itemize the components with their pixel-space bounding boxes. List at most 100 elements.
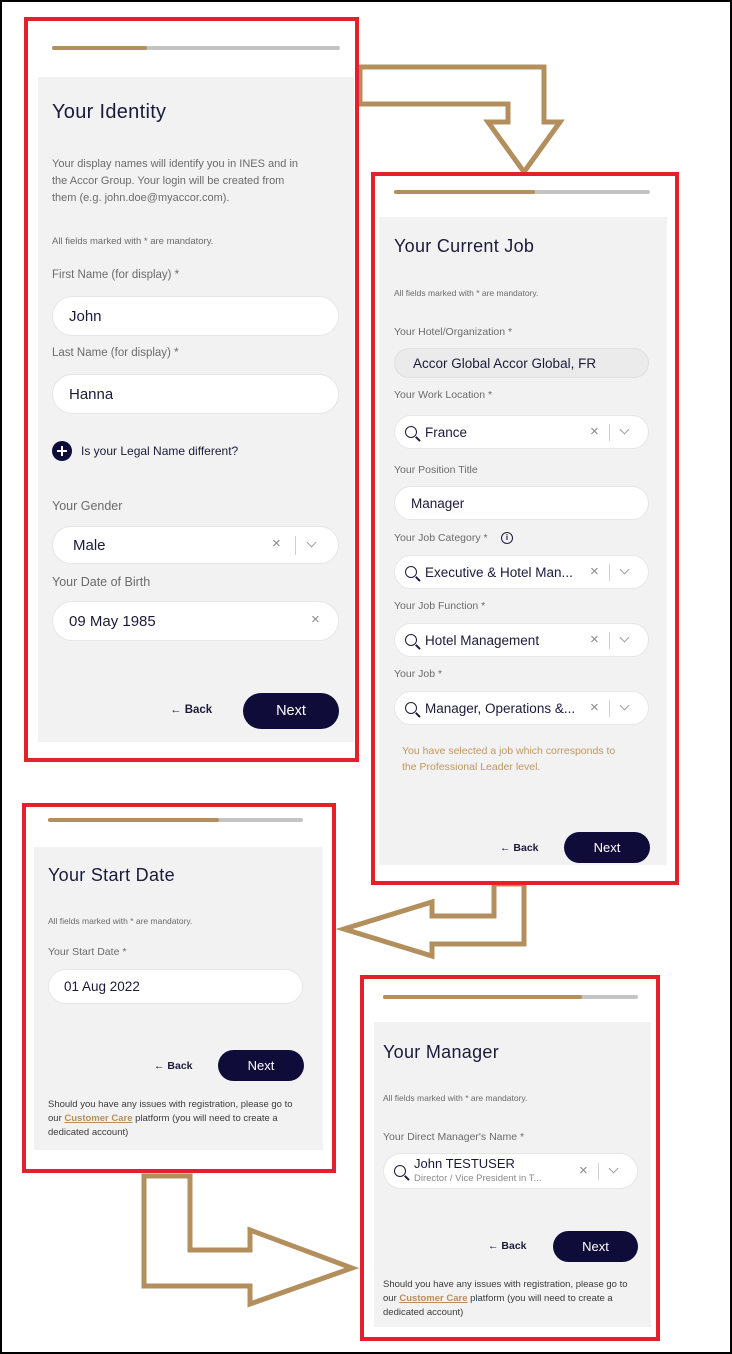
job-function-select[interactable]: Hotel Management × [394,623,649,657]
last-name-value: Hanna [69,385,114,403]
arrow-startdate-to-manager [141,1173,360,1308]
help-line-2: our Customer Care platform (you will nee… [48,1112,293,1126]
start-date-next-button[interactable]: Next [218,1050,304,1081]
gender-select[interactable]: Male × [52,526,339,564]
chevron-down-icon[interactable] [619,424,630,435]
chevron-down-icon[interactable] [619,564,630,575]
search-icon [405,702,417,714]
arrow-identity-to-job [357,64,565,177]
dob-label: Your Date of Birth [52,575,151,589]
start-date-input[interactable]: 01 Aug 2022 [48,969,303,1004]
identity-desc-line-3: them (e.g. john.doe@myaccor.com). [52,192,230,204]
hotel-label: Your Hotel/Organization * [394,326,513,338]
start-date-label: Your Start Date * [48,946,127,958]
clear-icon[interactable]: × [590,423,599,440]
divider [609,424,610,441]
manager-name: John TESTUSER [414,1156,515,1171]
arrow-job-to-startdate [335,881,527,960]
manager-next-button[interactable]: Next [553,1231,638,1262]
divider [598,1163,599,1180]
last-name-input[interactable]: Hanna [52,374,339,414]
start-date-progress-fill [48,818,219,822]
chevron-down-icon[interactable] [608,1163,619,1174]
job-function-label: Your Job Function * [394,600,486,612]
manager-mandatory-note: All fields marked with * are mandatory. [383,1093,528,1103]
job-title: Your Current Job [394,236,535,256]
first-name-input[interactable]: John [52,296,339,336]
clear-icon[interactable]: × [579,1162,588,1179]
job-level-warning: You have selected a job which correspond… [402,743,615,775]
clear-icon[interactable]: × [590,699,599,716]
manager-select[interactable]: John TESTUSER Director / Vice President … [383,1153,638,1189]
identity-desc-line-1: Your display names will identify you in … [52,158,299,170]
clear-icon[interactable]: × [272,535,281,552]
chevron-down-icon[interactable] [306,537,317,548]
identity-desc-line-2: the Accor Group. Your login will be crea… [52,175,285,187]
job-category-select[interactable]: Executive & Hotel Man... × [394,555,649,589]
identity-back-button[interactable]: ← Back [170,704,212,716]
search-icon [405,634,417,646]
help-platform: platform (you will need to create a [470,1293,613,1304]
help-our: our [383,1293,397,1304]
start-date-progress-bar [48,818,303,822]
start-date-back-button[interactable]: ← Back [154,1060,193,1072]
job-back-button[interactable]: ← Back [500,842,539,854]
help-line-1: Should you have any issues with registra… [383,1279,628,1290]
clear-icon[interactable]: × [590,563,599,580]
manager-progress-bar [383,995,638,999]
start-date-title: Your Start Date [48,865,175,885]
job-function-value: Hotel Management [425,632,540,648]
help-platform: platform (you will need to create a [135,1113,278,1124]
divider [609,564,610,581]
help-line-1: Should you have any issues with registra… [48,1099,293,1110]
chevron-down-icon[interactable] [619,700,630,711]
job-mandatory-note: All fields marked with * are mandatory. [394,288,539,298]
identity-mandatory-note: All fields marked with * are mandatory. [52,236,214,247]
manager-value-block: John TESTUSER Director / Vice President … [414,1156,541,1184]
job-next-button[interactable]: Next [564,832,650,863]
search-icon [394,1165,406,1177]
dob-input[interactable]: 09 May 1985 × [52,601,339,641]
job-category-label: Your Job Category * [394,532,488,544]
clear-icon[interactable]: × [311,611,320,628]
help-line-2: our Customer Care platform (you will nee… [383,1292,628,1306]
manager-back-button[interactable]: ← Back [488,1240,527,1252]
info-icon[interactable]: i [501,532,513,544]
identity-description: Your display names will identify you in … [52,156,298,207]
identity-progress-bar [52,46,340,50]
add-legal-name-icon[interactable] [52,441,72,461]
job-progress-fill [394,190,535,194]
divider [295,536,296,555]
position-title-label: Your Position Title [394,464,478,476]
identity-title: Your Identity [52,101,167,123]
customer-care-link[interactable]: Customer Care [399,1293,467,1304]
work-location-select[interactable]: France × [394,415,649,449]
position-title-input[interactable]: Manager [394,486,649,520]
job-value: Manager, Operations &... [425,700,576,716]
work-location-label: Your Work Location * [394,389,493,401]
work-location-value: France [425,424,468,440]
job-label: Your Job * [394,668,443,680]
legal-name-toggle[interactable]: Is your Legal Name different? [81,444,238,458]
job-warning-line-1: You have selected a job which correspond… [402,745,616,757]
manager-help-text: Should you have any issues with registra… [383,1278,628,1320]
job-select[interactable]: Manager, Operations &... × [394,691,649,725]
divider [609,632,610,649]
help-line-3: dedicated account) [48,1127,129,1138]
gender-label: Your Gender [52,499,123,513]
customer-care-link[interactable]: Customer Care [64,1113,132,1124]
gender-value: Male [73,536,106,554]
manager-subtitle: Director / Vice President in T... [414,1173,542,1184]
manager-progress-fill [383,995,582,999]
start-date-value: 01 Aug 2022 [64,979,140,994]
chevron-down-icon[interactable] [619,632,630,643]
help-our: our [48,1113,62,1124]
job-category-value: Executive & Hotel Man... [425,564,573,580]
hotel-value: Accor Global Accor Global, FR [413,355,597,371]
job-warning-line-2: the Professional Leader level. [402,761,541,773]
search-icon [405,566,417,578]
manager-title: Your Manager [383,1042,500,1062]
identity-next-button[interactable]: Next [243,693,339,729]
search-icon [405,426,417,438]
clear-icon[interactable]: × [590,631,599,648]
